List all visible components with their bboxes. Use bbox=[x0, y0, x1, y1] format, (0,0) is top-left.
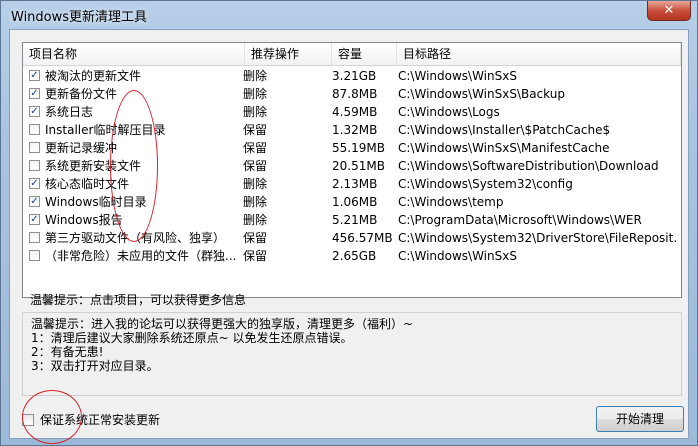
header-target-path[interactable]: 目标路径 bbox=[397, 43, 681, 65]
table-row[interactable]: ✓ 被淘汰的更新文件 删除 3.21GB C:\Windows\WinSxS bbox=[23, 67, 681, 85]
list-header: 项目名称 推荐操作 容量 目标路径 bbox=[23, 43, 681, 66]
target-path: C:\Windows\System32\DriverStore\FileRepo… bbox=[398, 231, 678, 245]
item-size: 2.65GB bbox=[332, 249, 377, 263]
recommended-action: 删除 bbox=[243, 213, 268, 227]
info-line: 1：清理后建议大家删除系统还原点~ 以免发生还原点错误。 bbox=[31, 331, 353, 345]
hint-text: 温馨提示：点击项目，可以获得更多信息 bbox=[30, 293, 247, 307]
target-path: C:\Windows\Installer\$PatchCache$ bbox=[398, 123, 611, 137]
info-line: 2：有备无患! bbox=[31, 345, 104, 359]
info-panel: 温馨提示：进入我的论坛可以获得更强大的独享版，清理更多（福利）~ 1：清理后建议… bbox=[22, 312, 682, 396]
recommended-action: 删除 bbox=[243, 87, 268, 101]
target-path: C:\Windows\WinSxS\ManifestCache bbox=[398, 141, 610, 155]
item-name: （非常危险）未应用的文件（群独... bbox=[45, 249, 237, 263]
target-path: C:\Windows\System32\config bbox=[398, 177, 573, 191]
recommended-action: 保留 bbox=[243, 249, 268, 263]
info-line: 3：双击打开对应目录。 bbox=[31, 359, 159, 373]
row-checkbox[interactable] bbox=[29, 250, 40, 261]
header-recommended-action[interactable]: 推荐操作 bbox=[245, 43, 332, 65]
row-checkbox[interactable] bbox=[29, 142, 40, 153]
row-checkbox[interactable]: ✓ bbox=[29, 214, 40, 225]
close-button[interactable]: ✕ bbox=[647, 1, 691, 21]
recommended-action: 删除 bbox=[243, 195, 268, 209]
recommended-action: 删除 bbox=[243, 105, 268, 119]
target-path: C:\Windows\WinSxS\Backup bbox=[398, 87, 565, 101]
target-path: C:\Windows\SoftwareDistribution\Download bbox=[398, 159, 659, 173]
title-bar[interactable]: Windows更新清理工具 ✕ bbox=[1, 1, 697, 27]
item-size: 20.51MB bbox=[332, 159, 385, 173]
item-size: 5.21MB bbox=[332, 213, 378, 227]
item-size: 1.06MB bbox=[332, 195, 378, 209]
close-icon: ✕ bbox=[663, 3, 675, 18]
item-size: 87.8MB bbox=[332, 87, 378, 101]
client-area: 项目名称 推荐操作 容量 目标路径 ✓ 被淘汰的更新文件 删除 3.21GB C:\Wi… bbox=[9, 29, 689, 444]
item-size: 456.57MB bbox=[332, 231, 393, 245]
row-checkbox[interactable] bbox=[29, 124, 40, 135]
row-checkbox[interactable]: ✓ bbox=[29, 178, 40, 189]
recommended-action: 删除 bbox=[243, 69, 268, 83]
window-title: Windows更新清理工具 bbox=[11, 10, 148, 25]
row-checkbox[interactable]: ✓ bbox=[29, 70, 40, 81]
header-size[interactable]: 容量 bbox=[332, 43, 397, 65]
row-checkbox[interactable]: ✓ bbox=[29, 106, 40, 117]
target-path: C:\Windows\temp bbox=[398, 195, 504, 209]
row-checkbox[interactable]: ✓ bbox=[29, 196, 40, 207]
item-name: 被淘汰的更新文件 bbox=[45, 69, 142, 83]
row-checkbox[interactable] bbox=[29, 232, 40, 243]
annotation-circle bbox=[22, 390, 82, 444]
recommended-action: 保留 bbox=[243, 141, 268, 155]
target-path: C:\Windows\WinSxS bbox=[398, 249, 517, 263]
start-cleanup-button[interactable]: 开始清理 bbox=[596, 406, 684, 432]
header-item-name[interactable]: 项目名称 bbox=[23, 43, 245, 65]
recommended-action: 保留 bbox=[243, 159, 268, 173]
item-size: 2.13MB bbox=[332, 177, 378, 191]
row-checkbox[interactable] bbox=[29, 160, 40, 171]
table-row[interactable]: （非常危险）未应用的文件（群独... 保留 2.65GB C:\Windows\Win… bbox=[23, 247, 681, 265]
recommended-action: 保留 bbox=[243, 231, 268, 245]
recommended-action: 保留 bbox=[243, 123, 268, 137]
target-path: C:\Windows\Logs bbox=[398, 105, 500, 119]
app-window: Windows更新清理工具 ✕ 项目名称 推荐操作 容量 目标路径 ✓ 被淘汰的更… bbox=[0, 0, 698, 446]
item-size: 3.21GB bbox=[332, 69, 377, 83]
item-size: 4.59MB bbox=[332, 105, 378, 119]
row-checkbox[interactable]: ✓ bbox=[29, 88, 40, 99]
target-path: C:\Windows\WinSxS bbox=[398, 69, 517, 83]
recommended-action: 删除 bbox=[243, 177, 268, 191]
annotation-circle bbox=[110, 90, 158, 242]
item-size: 55.19MB bbox=[332, 141, 385, 155]
info-line: 温馨提示：进入我的论坛可以获得更强大的独享版，清理更多（福利）~ bbox=[31, 317, 414, 331]
item-size: 1.32MB bbox=[332, 123, 378, 137]
target-path: C:\ProgramData\Microsoft\Windows\WER bbox=[398, 213, 642, 227]
